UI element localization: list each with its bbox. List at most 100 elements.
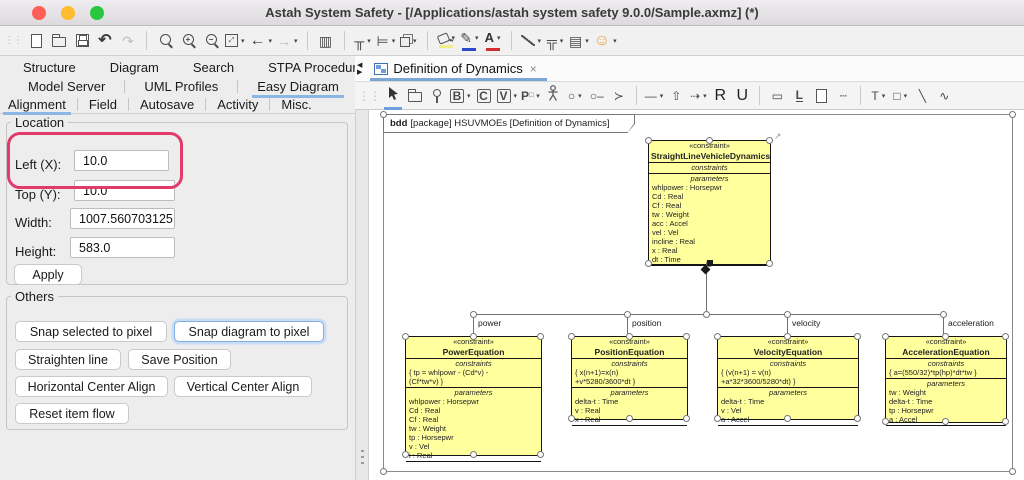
tab-definition-of-dynamics[interactable]: Definition of Dynamics × — [370, 58, 540, 79]
new-file-icon[interactable] — [27, 29, 45, 53]
tab-activity[interactable]: Activity — [214, 96, 261, 113]
horizontal-center-align-button[interactable]: Horizontal Center Align — [15, 376, 168, 397]
dropdown-caret-icon[interactable]: ▾ — [497, 34, 501, 42]
required-interface-tool-icon[interactable]: ≻ — [610, 84, 628, 108]
actor-tool-icon[interactable] — [544, 84, 562, 108]
package-tool-icon[interactable] — [406, 84, 424, 108]
dropdown-caret-icon[interactable]: ▾ — [475, 34, 479, 42]
resize-handle[interactable] — [645, 137, 652, 144]
dropdown-caret-icon[interactable]: ▾ — [578, 92, 582, 100]
resize-handle[interactable] — [537, 451, 544, 458]
resize-handle[interactable] — [1002, 333, 1009, 340]
dropdown-caret-icon[interactable]: ▾ — [269, 37, 273, 45]
tab-scroll-left-icon[interactable]: ◀ — [357, 62, 362, 69]
value-type-tool-icon[interactable]: V▾ — [497, 84, 518, 108]
dropdown-caret-icon[interactable]: ▾ — [514, 92, 518, 100]
resize-handle[interactable] — [470, 333, 477, 340]
resize-handle[interactable] — [784, 415, 791, 422]
layers-icon[interactable]: ▾ — [400, 29, 418, 53]
tab-search[interactable]: Search — [190, 59, 237, 76]
resize-handle[interactable] — [537, 333, 544, 340]
resize-handle[interactable] — [714, 333, 721, 340]
line-handle[interactable] — [624, 311, 631, 318]
pin-tool-icon[interactable] — [428, 84, 446, 108]
tab-structure[interactable]: Structure — [20, 59, 79, 76]
open-file-icon[interactable] — [50, 29, 68, 53]
reset-item-flow-button[interactable]: Reset item flow — [15, 403, 129, 424]
dropdown-caret-icon[interactable]: ▾ — [585, 37, 589, 45]
zoom-out-icon[interactable]: − — [202, 29, 220, 53]
tab-field[interactable]: Field — [86, 96, 120, 113]
snap-diagram-to-pixel-button[interactable]: Snap diagram to pixel — [174, 321, 324, 342]
tab-uml-profiles[interactable]: UML Profiles — [141, 78, 221, 95]
dropdown-caret-icon[interactable]: ▾ — [294, 37, 298, 45]
connector-label-acceleration[interactable]: acceleration — [948, 318, 994, 328]
line-handle[interactable] — [940, 311, 947, 318]
dropdown-caret-icon[interactable]: ▾ — [392, 37, 396, 45]
dashed-line-tool-icon[interactable]: ┄ — [834, 84, 852, 108]
fill-color-icon[interactable]: ▾ — [437, 29, 455, 53]
text-tool-icon[interactable]: T▾ — [869, 84, 887, 108]
resize-handle[interactable] — [568, 415, 575, 422]
block-tool-icon[interactable]: B▾ — [450, 84, 471, 108]
dropdown-caret-icon[interactable]: ▾ — [538, 37, 542, 45]
frame-resize-handle[interactable] — [380, 111, 387, 118]
tab-alignment[interactable]: Alignment — [5, 96, 69, 113]
resize-handle[interactable] — [882, 418, 889, 425]
tab-autosave[interactable]: Autosave — [137, 96, 197, 113]
save-icon[interactable] — [73, 29, 91, 53]
resize-handle[interactable] — [402, 451, 409, 458]
association-tool-icon[interactable]: —▾ — [645, 84, 664, 108]
left-x-field[interactable] — [74, 150, 169, 171]
resize-handle[interactable] — [942, 333, 949, 340]
height-field[interactable] — [70, 237, 175, 258]
tab-stpa-procedure[interactable]: STPA Procedure — [265, 59, 367, 76]
port-tool-icon[interactable]: P▾ — [521, 84, 540, 108]
redo-icon[interactable]: ↷ — [119, 29, 137, 53]
layout-icon[interactable]: ▤▾ — [569, 29, 589, 53]
resize-handle[interactable] — [766, 137, 773, 144]
usage-tool-icon[interactable]: U — [733, 84, 751, 108]
line-handle[interactable] — [470, 311, 477, 318]
constraint-block-tool-icon[interactable]: C — [475, 84, 493, 108]
top-y-field[interactable] — [74, 180, 175, 201]
splitter-grip[interactable] — [361, 450, 364, 468]
dropdown-caret-icon[interactable]: ▾ — [904, 92, 908, 100]
resize-handle[interactable] — [784, 333, 791, 340]
zoom-in-icon[interactable]: + — [179, 29, 197, 53]
line-tool-icon[interactable]: ╲ — [913, 84, 931, 108]
panel-splitter[interactable] — [355, 110, 369, 480]
resize-handle[interactable] — [683, 415, 690, 422]
overview-map-icon[interactable]: ▥ — [317, 29, 335, 53]
dropdown-caret-icon[interactable]: ▾ — [613, 37, 617, 45]
font-color-icon[interactable]: A▾ — [484, 29, 502, 53]
resize-handle[interactable] — [882, 333, 889, 340]
note-tool-icon[interactable] — [812, 84, 830, 108]
curve-tool-icon[interactable]: ∿ — [935, 84, 953, 108]
rounded-rect-tool-icon[interactable]: ▭ — [768, 84, 786, 108]
quick-draw-icon[interactable]: ↗ — [774, 131, 782, 142]
tab-diagram[interactable]: Diagram — [107, 59, 162, 76]
resize-handle[interactable] — [766, 260, 773, 267]
dropdown-caret-icon[interactable]: ▾ — [536, 92, 540, 100]
line-handle[interactable] — [784, 311, 791, 318]
resize-handle[interactable] — [854, 333, 861, 340]
resize-handle[interactable] — [645, 260, 652, 267]
toolbar-drag-handle[interactable]: ⋮⋮ — [358, 84, 380, 108]
horizontal-align-icon[interactable]: ⊨▾ — [377, 29, 396, 53]
dropdown-caret-icon[interactable]: ▾ — [413, 37, 417, 45]
dropdown-caret-icon[interactable]: ▾ — [241, 37, 245, 45]
tab-easy-diagram[interactable]: Easy Diagram — [254, 78, 342, 95]
forward-icon[interactable]: →▾ — [277, 29, 298, 53]
emoji-icon[interactable]: ☺▾ — [594, 29, 617, 53]
dependency-tool-icon[interactable]: ⇢▾ — [689, 84, 707, 108]
line-color-icon[interactable]: ✎▾ — [460, 29, 478, 53]
block-StraightLineVehicleDynamics[interactable]: «constraint»StraightLineVehicleDynamicsc… — [648, 140, 771, 265]
block-PositionEquation[interactable]: «constraint»PositionEquationconstraints{… — [571, 336, 688, 420]
dropdown-caret-icon[interactable]: ▾ — [367, 37, 371, 45]
corner-line-tool-icon[interactable]: L — [790, 84, 808, 108]
block-port[interactable] — [707, 260, 713, 266]
tab-model-server[interactable]: Model Server — [25, 78, 108, 95]
dropdown-caret-icon[interactable]: ▾ — [882, 92, 886, 100]
dropdown-caret-icon[interactable]: ▾ — [467, 92, 471, 100]
